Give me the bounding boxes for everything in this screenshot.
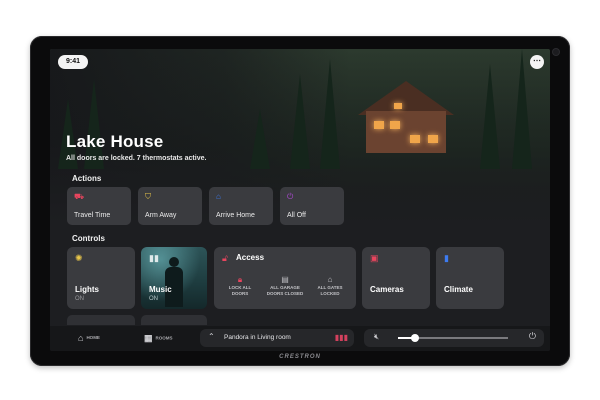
action-label: Arm Away: [145, 212, 177, 219]
access-item-label: DOORS CLOSED: [266, 290, 304, 296]
control-lights[interactable]: ✺ Lights ON: [67, 247, 135, 309]
action-all-off[interactable]: ⏻ All Off: [280, 187, 344, 225]
control-cameras[interactable]: ▣ Cameras: [362, 247, 430, 309]
camera-sensor: [553, 49, 559, 55]
gate-icon: ⌂: [327, 275, 333, 284]
access-item-label: LOCKED: [320, 290, 340, 296]
tree-graphic: [480, 64, 500, 169]
power-icon[interactable]: ⏻: [529, 331, 536, 342]
volume-slider[interactable]: [398, 334, 508, 342]
action-label: Travel Time: [74, 212, 111, 219]
more-options-button[interactable]: ⋯: [530, 55, 544, 69]
tree-graphic: [250, 109, 270, 169]
control-music[interactable]: ▮▮ Music ON: [141, 247, 207, 309]
lock-icon: 🔓︎: [222, 253, 228, 263]
thermostat-icon: ▮: [444, 253, 449, 263]
nav-label: HOME: [86, 335, 100, 341]
car-icon: ⛟: [74, 192, 85, 201]
screen: 9:41 ⋯ Lake House All doors are locked. …: [50, 49, 550, 351]
mute-icon[interactable]: 🔇︎: [374, 332, 379, 342]
action-travel-time[interactable]: ⛟ Travel Time: [67, 187, 131, 225]
status-summary: All doors are locked. 7 thermostats acti…: [66, 155, 207, 162]
controls-heading: Controls: [72, 234, 105, 243]
control-label: Climate: [444, 285, 473, 294]
nav-label: ROOMS: [155, 335, 173, 341]
control-label: Lights: [75, 285, 99, 294]
control-climate[interactable]: ▮ Climate: [436, 247, 504, 309]
garage-icon: ▤: [281, 275, 289, 284]
nav-home[interactable]: ⌂ HOME: [78, 333, 100, 343]
control-card-partial[interactable]: [67, 315, 135, 325]
tree-graphic: [512, 49, 532, 169]
power-icon: ⏻: [287, 192, 294, 201]
control-card-partial[interactable]: [141, 315, 207, 325]
now-playing-text: Pandora in Living room: [224, 334, 291, 341]
touch-panel-device: 9:41 ⋯ Lake House All doors are locked. …: [30, 36, 570, 366]
music-artwork: [169, 257, 179, 267]
control-label: Access: [236, 253, 265, 262]
control-status: ON: [149, 296, 158, 302]
now-playing-bar[interactable]: ⌃ Pandora in Living room ▮▮▮: [200, 329, 354, 347]
home-icon: ⌂: [78, 333, 84, 343]
camera-icon: ▣: [370, 253, 379, 263]
nav-rooms[interactable]: ▦ ROOMS: [144, 333, 173, 344]
access-lock-all-doors[interactable]: 🔒︎ LOCK ALL DOORS: [218, 275, 262, 296]
access-garage-doors[interactable]: ▤ ALL GARAGE DOORS CLOSED: [263, 275, 307, 296]
more-icon: ⋯: [533, 56, 541, 65]
tree-graphic: [290, 74, 310, 169]
action-label: All Off: [287, 212, 306, 219]
control-label: Cameras: [370, 285, 404, 294]
music-bars-icon: ▮▮: [149, 253, 159, 263]
home-icon: ⌂: [216, 192, 221, 201]
control-label: Music: [149, 285, 172, 294]
actions-heading: Actions: [72, 174, 102, 183]
lake-house-graphic: [350, 81, 460, 156]
page-title: Lake House: [66, 132, 164, 151]
action-label: Arrive Home: [216, 212, 255, 219]
volume-slider-handle[interactable]: [410, 334, 419, 342]
bulb-icon: ✺: [75, 253, 83, 263]
audio-bars-icon: ▮▮▮: [334, 333, 348, 342]
rooms-grid-icon: ▦: [144, 333, 153, 343]
control-access[interactable]: 🔓︎ Access 🔒︎ LOCK ALL DOORS ▤ ALL GARAGE…: [214, 247, 356, 309]
lock-icon: 🔒︎: [237, 275, 243, 284]
access-item-label: DOORS: [231, 290, 249, 296]
action-arm-away[interactable]: ⛉ Arm Away: [138, 187, 202, 225]
shield-icon: ⛉: [145, 192, 151, 201]
brand-logo: CRESTRON: [279, 354, 321, 360]
access-gates[interactable]: ⌂ ALL GATES LOCKED: [308, 275, 352, 296]
bottom-nav-bar: ⌂ HOME ▦ ROOMS ⌃ Pandora in Living room ▮▮…: [50, 326, 550, 351]
action-arrive-home[interactable]: ⌂ Arrive Home: [209, 187, 273, 225]
tree-graphic: [320, 59, 340, 169]
control-status: ON: [75, 296, 84, 302]
volume-control: 🔇︎ ⏻: [364, 329, 544, 347]
chevron-up-icon: ⌃: [208, 332, 215, 341]
time-indicator[interactable]: 9:41: [58, 55, 89, 69]
